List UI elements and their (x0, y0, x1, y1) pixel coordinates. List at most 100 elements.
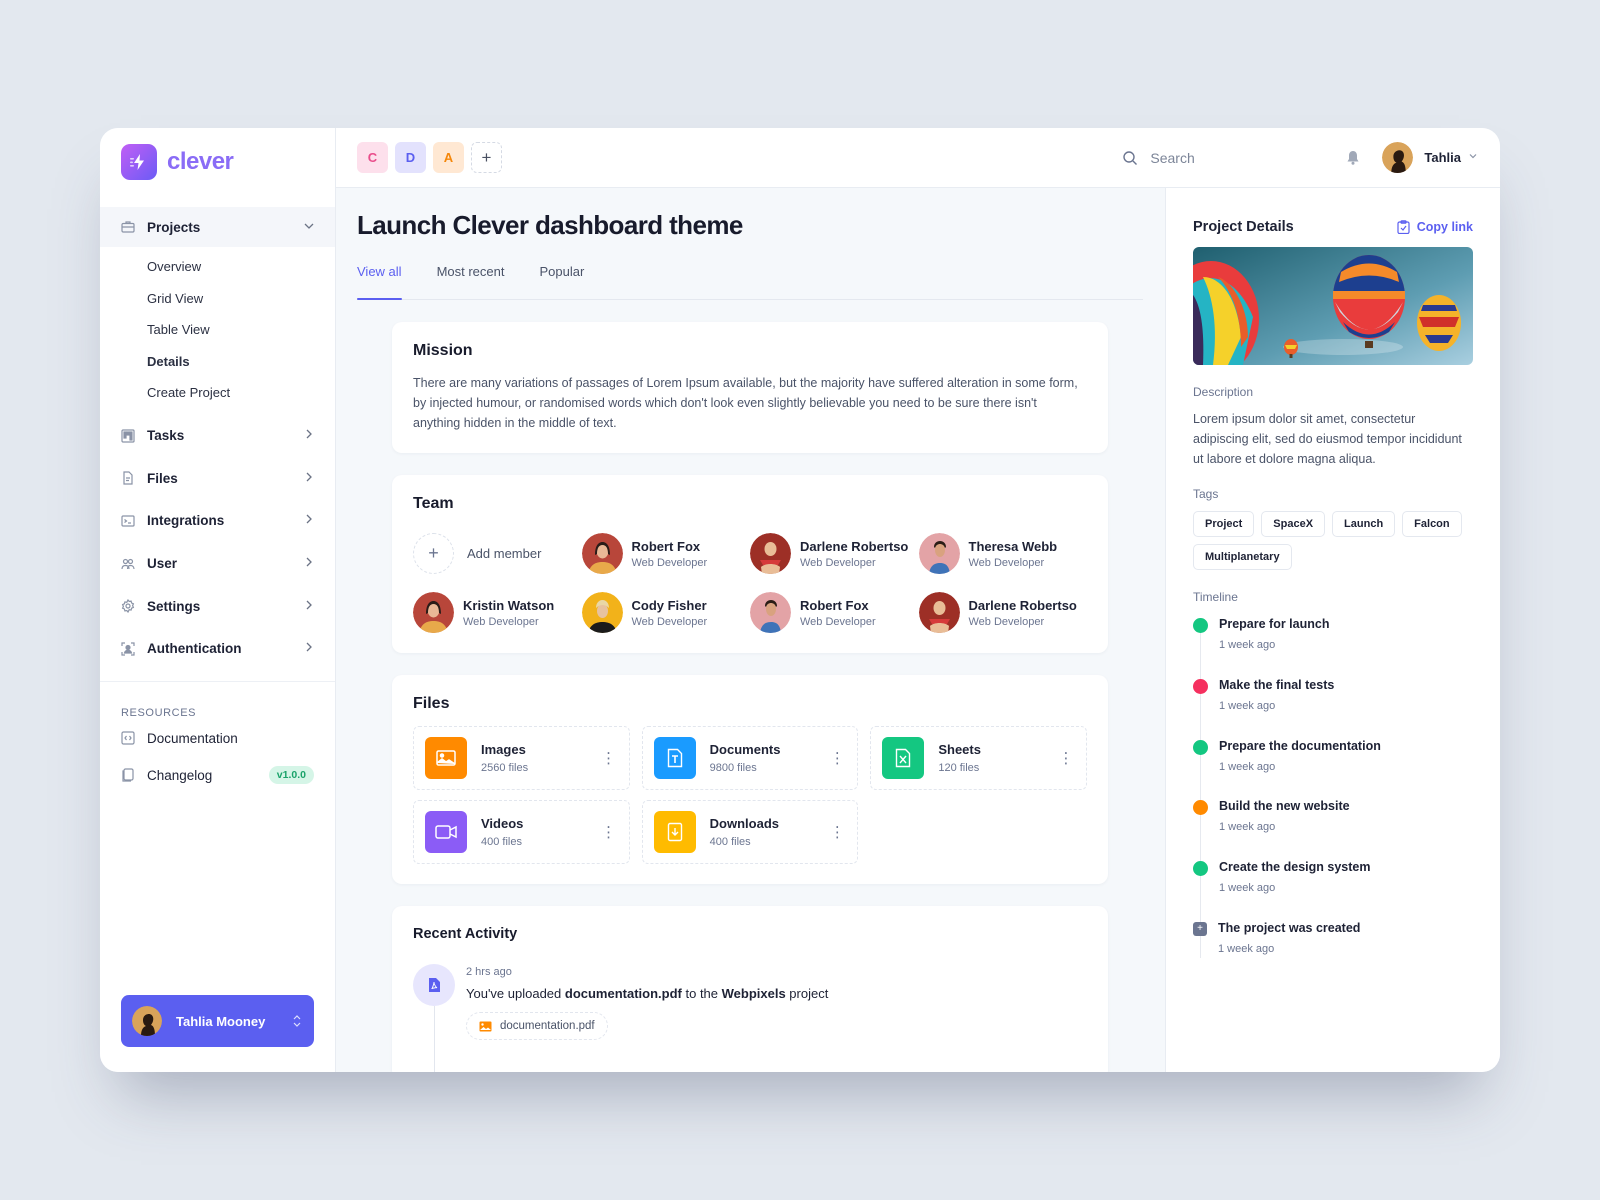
projects-subnav: Overview Grid View Table View Details Cr… (100, 247, 335, 413)
user-avatar (132, 1006, 162, 1036)
tag-list: Project SpaceX Launch Falcon Multiplanet… (1193, 511, 1473, 570)
description-label: Description (1193, 385, 1254, 399)
project-details-panel: Project Details Copy link Description Lo… (1165, 188, 1500, 1072)
tab-bar: View all Most recent Popular (357, 263, 1143, 300)
subnav-item-grid-view[interactable]: Grid View (100, 283, 335, 315)
page-title: Launch Clever dashboard theme (357, 210, 743, 240)
file-folder-downloads[interactable]: Downloads 400 files ⋮ (641, 800, 859, 864)
sidebar-item-label: Changelog (147, 767, 213, 783)
more-vertical-icon[interactable]: ⋮ (829, 825, 845, 840)
recent-activity-card: Recent Activity 2 hrs ago You've uploade… (392, 906, 1108, 1072)
file-folder-images[interactable]: Images 2560 files ⋮ (413, 726, 630, 790)
workspace-a-button[interactable]: A (433, 142, 464, 173)
timeline-item: Prepare for launch 1 week ago (1193, 617, 1473, 678)
timeline-time: 1 week ago (1218, 942, 1275, 955)
tag[interactable]: Launch (1332, 511, 1396, 537)
user-switcher[interactable]: Tahlia Mooney (121, 995, 314, 1047)
sidebar-item-integrations[interactable]: Integrations (100, 500, 335, 543)
code-icon (121, 731, 135, 745)
more-vertical-icon[interactable]: ⋮ (601, 751, 617, 766)
kanban-icon (121, 429, 135, 443)
more-vertical-icon[interactable]: ⋮ (601, 825, 617, 840)
spreadsheet-icon (882, 737, 925, 779)
team-member[interactable]: Kristin Watson Web Developer (413, 592, 582, 633)
status-dot-icon (1193, 800, 1208, 816)
calendar-plus-icon: + (1193, 921, 1207, 936)
sidebar-item-user[interactable]: User (100, 542, 335, 585)
account-menu[interactable]: Tahlia (1382, 142, 1478, 173)
team-title: Team (413, 495, 454, 512)
search-input[interactable]: Search (1122, 150, 1342, 166)
member-name: Theresa Webb (968, 538, 1058, 554)
team-member[interactable]: Theresa Webb Web Developer (918, 533, 1088, 574)
app-window: clever Projects Overview Grid View Table… (100, 128, 1500, 1072)
subnav-item-details[interactable]: Details (100, 346, 335, 378)
tag[interactable]: Multiplanetary (1193, 544, 1292, 570)
member-role: Web Developer (463, 615, 539, 628)
tag[interactable]: Falcon (1402, 511, 1462, 537)
search-placeholder: Search (1150, 149, 1195, 166)
tag[interactable]: Project (1193, 511, 1255, 537)
activity-text: to the (681, 986, 722, 1001)
activity-title: Recent Activity (413, 926, 518, 942)
download-icon (653, 811, 696, 853)
member-name: Cody Fisher (631, 597, 707, 613)
timeline: Prepare for launch 1 week ago Make the fi… (1193, 617, 1473, 982)
file-folder-name: Downloads (709, 816, 779, 831)
subnav-item-create-project[interactable]: Create Project (100, 377, 335, 409)
workspace-c-button[interactable]: C (357, 142, 388, 173)
team-card: Team + Add member Robert Fox Web Develope… (392, 475, 1108, 653)
team-member[interactable]: Robert Fox Web Developer (581, 533, 751, 574)
sidebar-item-settings[interactable]: Settings (100, 585, 335, 628)
mission-card: Mission There are many variations of pas… (392, 322, 1108, 453)
attachment-chip[interactable]: documentation.pdf (466, 1012, 608, 1040)
more-vertical-icon[interactable]: ⋮ (1058, 751, 1074, 766)
sidebar-item-files[interactable]: Files (100, 457, 335, 500)
logo[interactable]: clever (100, 128, 335, 196)
sidebar-item-changelog[interactable]: Changelog v1.0.0 (100, 757, 335, 793)
member-avatar (918, 592, 960, 633)
workspace-d-button[interactable]: D (395, 142, 426, 173)
tab-most-recent[interactable]: Most recent (437, 263, 505, 299)
bolt-icon (121, 144, 157, 180)
add-member-button[interactable]: + Add member (413, 533, 582, 574)
sidebar-nav: Tasks Files Integrations User Settings A… (100, 415, 335, 671)
tags-label: Tags (1193, 487, 1219, 501)
gear-icon (121, 599, 135, 614)
team-member[interactable]: Darlene Robertso Web Developer (918, 592, 1088, 633)
activity-text: You've uploaded (466, 986, 565, 1001)
team-member[interactable]: Robert Fox Web Developer (750, 592, 919, 633)
timeline-item: Create the design system 1 week ago (1193, 860, 1473, 921)
content: Launch Clever dashboard theme View all M… (336, 188, 1500, 1072)
sidebar-item-documentation[interactable]: Documentation (100, 720, 335, 756)
file-folder-name: Documents (709, 742, 781, 757)
tab-popular[interactable]: Popular (539, 263, 584, 299)
brand-name: clever (167, 148, 234, 175)
file-folder-sheets[interactable]: Sheets 120 files ⋮ (870, 726, 1087, 790)
activity-file-link[interactable]: documentation.pdf (565, 986, 682, 1001)
sidebar-item-projects[interactable]: Projects (100, 207, 335, 247)
mission-title: Mission (413, 342, 473, 359)
users-icon (121, 557, 135, 571)
team-member[interactable]: Darlene Robertso Web Developer (750, 533, 919, 574)
file-folder-documents[interactable]: Documents 9800 files ⋮ (641, 726, 859, 790)
timeline-title: Prepare for launch (1219, 617, 1330, 631)
copy-link-button[interactable]: Copy link (1397, 220, 1473, 234)
sidebar-item-label: Projects (147, 219, 201, 235)
file-icon (121, 471, 135, 485)
sidebar-item-tasks[interactable]: Tasks (100, 415, 335, 458)
timeline-time: 1 week ago (1219, 821, 1276, 834)
timeline-title: Create the design system (1219, 860, 1371, 875)
add-workspace-button[interactable]: + (471, 142, 502, 173)
bell-icon[interactable] (1346, 150, 1360, 165)
more-vertical-icon[interactable]: ⋮ (829, 751, 845, 766)
subnav-item-overview[interactable]: Overview (100, 251, 335, 283)
subnav-item-table-view[interactable]: Table View (100, 314, 335, 346)
team-member[interactable]: Cody Fisher Web Developer (581, 592, 751, 633)
tag[interactable]: SpaceX (1261, 511, 1326, 537)
activity-project-link[interactable]: Webpixels (722, 986, 786, 1001)
tab-view-all[interactable]: View all (357, 263, 402, 300)
file-folder-videos[interactable]: Videos 400 files ⋮ (413, 800, 630, 864)
sidebar-item-authentication[interactable]: Authentication (100, 627, 335, 670)
member-name: Robert Fox (800, 597, 869, 613)
